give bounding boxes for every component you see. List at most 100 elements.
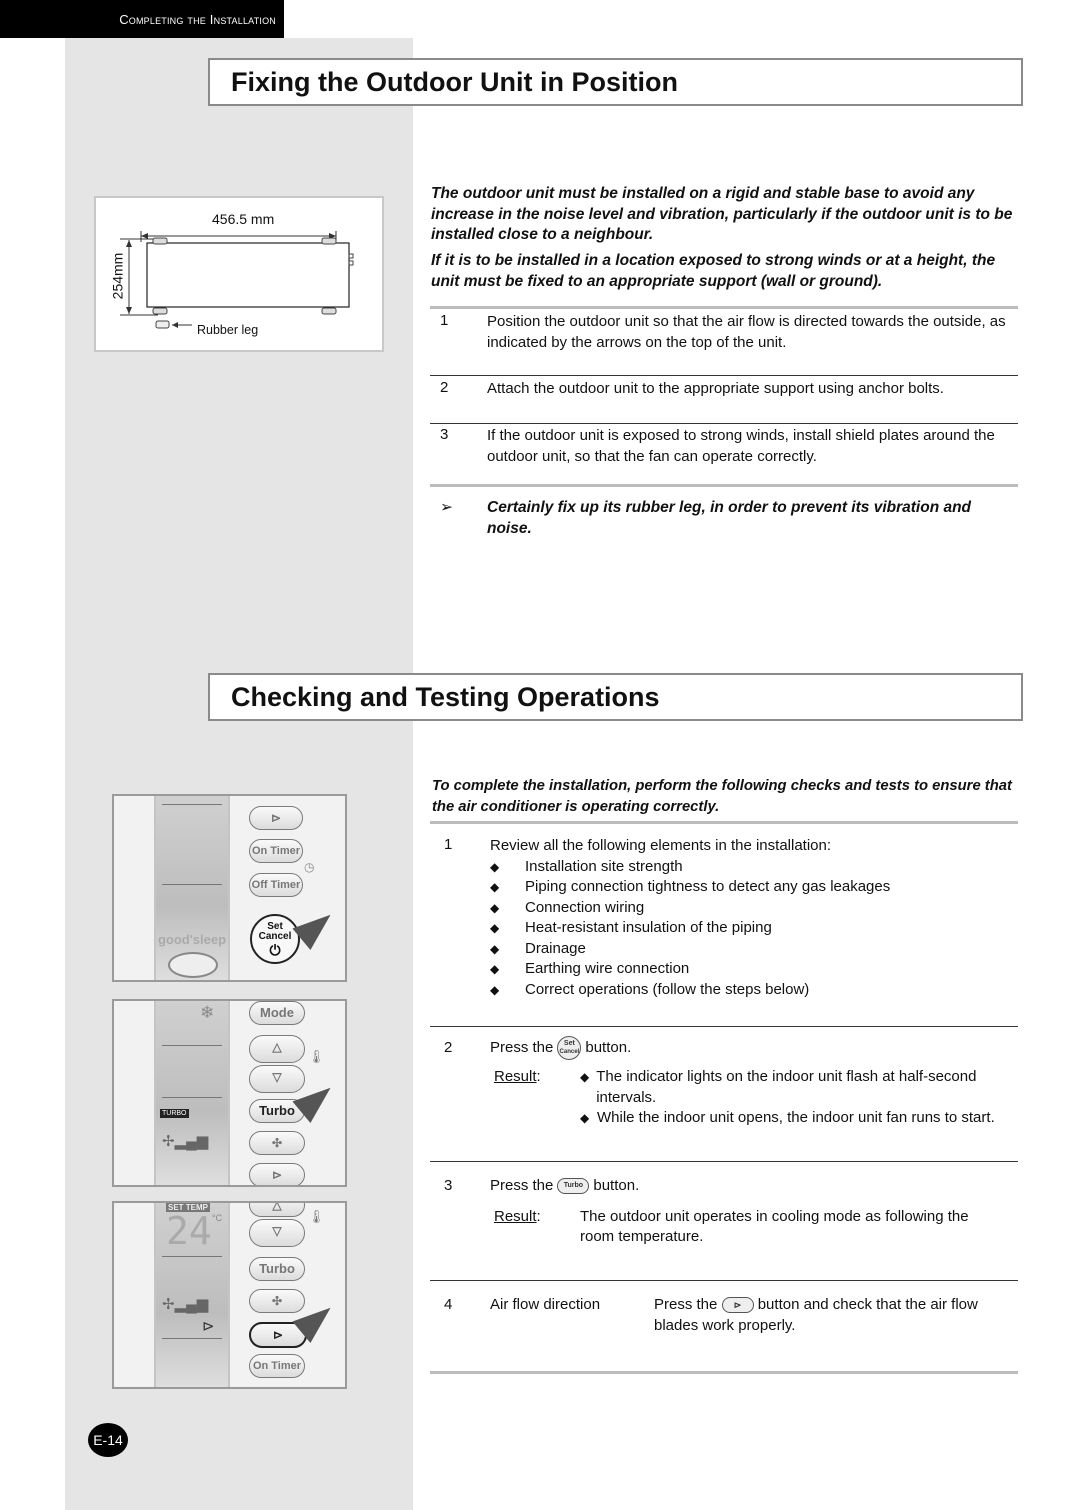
result-text: The outdoor unit operates in cooling mod… — [580, 1207, 969, 1246]
checklist-item: ◆ Connection wiring — [490, 898, 1022, 919]
divider — [430, 821, 1018, 824]
set-label: Set — [563, 1040, 575, 1047]
step-1: 1 Position the outdoor unit so that the … — [440, 312, 1018, 353]
checklist-item-text: Heat-resistant insulation of the piping — [525, 919, 772, 936]
section2-intro: To complete the installation, perform th… — [432, 778, 1012, 815]
on-timer-button[interactable]: On Timer — [249, 839, 303, 863]
press-prefix: Press the — [490, 1177, 554, 1194]
note-text: Certainly fix up its rubber leg, in orde… — [487, 499, 972, 537]
page-number: E-14 — [93, 1432, 123, 1448]
clock-icon: ◷ — [304, 860, 315, 874]
step-3: 3 If the outdoor unit is exposed to stro… — [440, 426, 1018, 467]
step-number: 2 — [444, 1038, 453, 1056]
step-2: 2 Attach the outdoor unit to the appropr… — [440, 379, 1018, 400]
press-suffix: button. — [585, 1038, 632, 1056]
checklist-item-text: Piping connection tightness to detect an… — [525, 878, 891, 895]
result-label: Result — [494, 1207, 537, 1225]
on-timer-button[interactable]: On Timer — [249, 1354, 305, 1378]
fan-button[interactable]: ✣ — [249, 1131, 305, 1155]
step-number: 3 — [440, 426, 449, 443]
result-text: While the indoor unit opens, the indoor … — [597, 1109, 995, 1126]
section-title-text: Fixing the Outdoor Unit in Position — [231, 66, 678, 97]
step-instruction: Press the ⊳ button and check that the ai… — [654, 1295, 1004, 1336]
airflow-button-icon: ⊳ — [721, 1297, 754, 1314]
remote-lcd-panel: SET TEMP 24 °C ✢▂▄▆ ⊳ — [154, 1203, 230, 1387]
divider — [430, 306, 1018, 309]
step-number: 1 — [440, 312, 449, 329]
bullet-diamond-icon: ◆ — [580, 1070, 590, 1084]
checklist-item: ◆ Drainage — [490, 939, 1022, 960]
mode-button[interactable]: Mode — [249, 1001, 305, 1025]
temperature-unit: °C — [212, 1213, 223, 1223]
temp-down-button[interactable]: ▽ — [249, 1065, 305, 1093]
checklist-item: ◆ Correct operations (follow the steps be… — [490, 980, 1022, 1001]
step-number: 1 — [444, 836, 453, 853]
height-dimension-label: 254mm — [109, 252, 126, 300]
set-cancel-button[interactable]: Set Cancel ⏻ — [250, 914, 300, 964]
fan-button[interactable]: ✣ — [249, 1289, 305, 1313]
bullet-diamond-icon: ◆ — [580, 1111, 590, 1125]
turbo-button[interactable]: Turbo — [249, 1257, 305, 1281]
section1-intro-1: The outdoor unit must be installed on a … — [431, 185, 1013, 243]
divider — [430, 1161, 1018, 1162]
temp-up-button[interactable]: △ — [249, 1203, 305, 1217]
set-cancel-button-icon: Set Cancel — [557, 1036, 582, 1060]
checklist-item-text: Installation site strength — [525, 857, 683, 875]
divider — [430, 423, 1018, 424]
checklist-item-text: Earthing wire connection — [525, 960, 690, 977]
bullet-diamond-icon: ◆ — [490, 921, 500, 935]
check-step-4: 4 Air flow direction Press the ⊳ button … — [444, 1295, 1022, 1336]
step-text: Attach the outdoor unit to the appropria… — [487, 380, 944, 397]
step-number: 2 — [440, 379, 449, 396]
checklist-item: ◆ Heat-resistant insulation of the piping — [490, 918, 1022, 939]
divider — [430, 484, 1018, 487]
section-title-fixing: Fixing the Outdoor Unit in Position — [208, 58, 1023, 106]
checklist-item-text: Drainage — [525, 939, 586, 957]
check-step-1: 1 Review all the following elements in t… — [444, 836, 1022, 1000]
section1-intro-2: If it is to be installed in a location e… — [431, 252, 996, 290]
temp-up-button[interactable]: △ — [249, 1035, 305, 1063]
step-text: Review all the following elements in the… — [490, 837, 832, 854]
airflow-indicator-icon: ⊳ — [202, 1318, 215, 1335]
check-step-2: 2 Press the Set Cancel button. Result: ◆… — [444, 1036, 1022, 1129]
bullet-diamond-icon: ◆ — [490, 982, 500, 997]
temperature-display: 24 — [166, 1209, 212, 1253]
temp-down-button[interactable]: ▽ — [249, 1219, 305, 1247]
divider — [430, 1026, 1018, 1027]
airflow-direction-button[interactable]: ⊳ — [249, 1163, 305, 1185]
checklist-item: ◆ Installation site strength — [490, 857, 1022, 878]
result-text: The indicator lights on the indoor unit … — [596, 1068, 977, 1106]
cancel-label: Cancel — [559, 1049, 580, 1055]
cancel-label: Cancel — [258, 931, 292, 942]
off-timer-button[interactable]: Off Timer — [249, 873, 303, 897]
bullet-diamond-icon: ◆ — [490, 900, 500, 915]
press-prefix: Press the — [490, 1038, 554, 1056]
divider — [430, 375, 1018, 376]
power-icon: ⏻ — [269, 942, 281, 958]
width-dimension-label: 456.5 mm — [212, 211, 275, 227]
step-label: Air flow direction — [490, 1296, 601, 1313]
note-arrow-icon: ➢ — [440, 499, 453, 516]
airflow-direction-button[interactable]: ⊳ — [249, 806, 303, 830]
remote-illustration-airflow: SET TEMP 24 °C ✢▂▄▆ ⊳ △ ▽ 🌡 Turbo ✣ ⊳ On… — [112, 1201, 347, 1389]
rubber-leg-note: ➢ Certainly fix up its rubber leg, in or… — [440, 498, 1018, 539]
thermometer-icon: 🌡 — [308, 1049, 325, 1064]
bullet-diamond-icon: ◆ — [490, 859, 500, 874]
remote-lcd-panel: ❄ TURBO ✢▂▄▆ — [154, 1001, 230, 1185]
check-step-3: 3 Press the Turbo button. Result: The ou… — [444, 1176, 1022, 1248]
checklist-item: ◆ Earthing wire connection — [490, 959, 1022, 980]
press-suffix: button. — [593, 1177, 640, 1194]
step-number: 3 — [444, 1177, 453, 1194]
section-title-text: Checking and Testing Operations — [231, 681, 660, 712]
fan-speed-icon: ✢▂▄▆ — [162, 1133, 209, 1150]
checklist: ◆ Installation site strength ◆ Piping conn… — [490, 857, 1022, 1001]
result-label: Result — [494, 1068, 537, 1085]
fan-speed-icon: ✢▂▄▆ — [162, 1296, 209, 1313]
step-text: Position the outdoor unit so that the ai… — [487, 313, 1006, 351]
divider — [430, 1280, 1018, 1281]
turbo-indicator: TURBO — [160, 1109, 189, 1118]
divider — [430, 1371, 1018, 1374]
step-text: If the outdoor unit is exposed to strong… — [487, 427, 995, 465]
remote-illustration-set-cancel: good'sleep ⊳ On Timer ◷ Off Timer Set Ca… — [112, 794, 347, 982]
good-sleep-button[interactable] — [168, 952, 218, 978]
